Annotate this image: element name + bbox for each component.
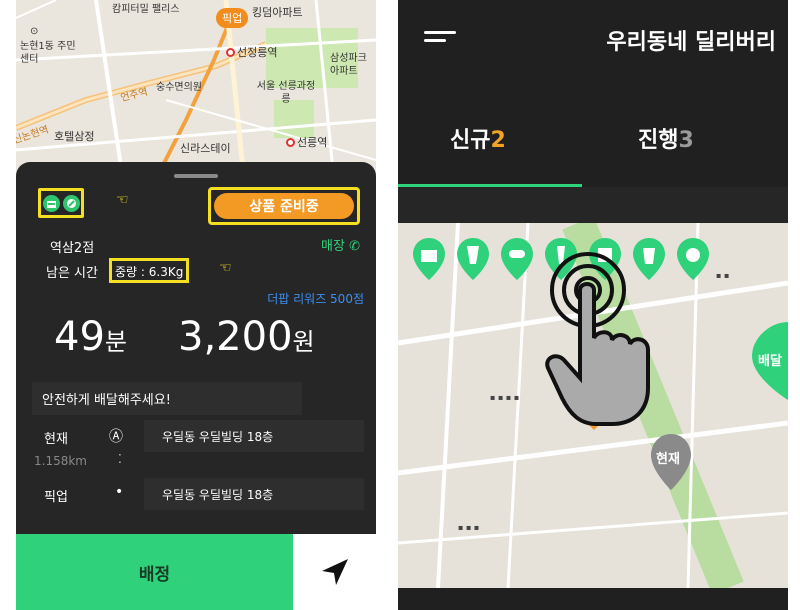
delivery-message: 안전하게 배달해주세요!	[32, 382, 302, 415]
map-label: 킹덤아파트	[252, 6, 303, 19]
current-pin-label: 현재	[656, 452, 680, 467]
navigate-button[interactable]	[293, 534, 376, 610]
app-title: 우리동네 딜리버리	[606, 30, 776, 55]
current-address: 우딜동 우딜빌딩 18층	[144, 420, 364, 452]
pickup-map-pin[interactable]: 픽업	[216, 8, 249, 28]
menu-icon[interactable]	[424, 31, 456, 49]
food-pin-icon[interactable]	[454, 236, 492, 282]
tab-count: 2	[490, 128, 506, 153]
assign-button[interactable]: 배정	[16, 534, 293, 610]
map-label: 서울 선릉과정릉	[256, 81, 316, 105]
pointing-hand-icon: ☜	[219, 260, 232, 276]
phone-icon: ✆	[349, 239, 360, 254]
map-label: ▪ ▪	[716, 271, 730, 280]
bottom-bar	[398, 588, 788, 610]
pickup-location-row: 픽업 • 우딜동 우딜빌딩 18층	[16, 478, 376, 510]
box-pin-icon[interactable]	[410, 236, 448, 282]
map-label-station: 선정릉역	[226, 44, 277, 60]
reward-text: 더팝 리워즈 500점	[267, 292, 364, 306]
store-link-label: 매장	[321, 239, 345, 254]
map-label: 논현1동 주민센터	[20, 41, 76, 65]
store-call-link[interactable]: 매장 ✆	[321, 235, 360, 254]
weight-value: 중량 : 6.3Kg	[109, 258, 190, 283]
pickup-address: 우딜동 우딜빌딩 18층	[144, 478, 364, 510]
drag-handle[interactable]	[174, 174, 218, 178]
map-label-station: 선릉역	[286, 134, 327, 150]
map-label: 숭수면의원	[156, 82, 202, 93]
delivery-time: 49분	[54, 314, 127, 360]
box-icon	[42, 194, 60, 212]
map-label: 호텔삼정	[54, 130, 95, 143]
pharmacy-pin-icon[interactable]	[498, 236, 536, 282]
pet-pin-icon[interactable]	[674, 236, 712, 282]
preparing-status-button[interactable]: 상품 준비중	[214, 193, 354, 219]
food-icon	[62, 194, 80, 212]
delivery-fee: 3,200원	[178, 314, 315, 360]
dot-icon: •	[115, 484, 124, 500]
tab-divider	[398, 187, 788, 223]
left-phone-screen: 캄피터밀 팰리스 킹덤아파트 픽업 ⊙ 논현1동 주민센터 선정릉역 숭수면의원…	[16, 0, 376, 610]
tap-gesture-icon	[545, 252, 650, 426]
map-label: ▪ ▪ ▪	[458, 523, 480, 532]
route-connector: ⁚	[118, 452, 122, 466]
order-card[interactable]: ☜ 상품 준비중 역삼2점 매장 ✆ 남은 시간 중량 : 6.3Kg ☜ 더팝…	[16, 162, 376, 610]
price-unit: 원	[292, 328, 315, 356]
current-location-row: 현재 Ⓐ 우딜동 우딜빌딩 18층	[16, 420, 376, 452]
store-name: 역삼2점	[50, 241, 95, 256]
price-value: 3,200	[178, 314, 293, 360]
tab-label: 진행	[638, 128, 679, 153]
remaining-time-label: 남은 시간	[46, 266, 98, 281]
pointing-hand-icon: ☜	[116, 192, 129, 208]
status-highlight: 상품 준비중	[208, 187, 360, 225]
subway-station-icon	[286, 138, 295, 147]
map-label: 신라스테이	[180, 142, 231, 155]
delivery-pin-label: 배달	[758, 354, 782, 369]
category-icons-highlight	[38, 188, 84, 218]
map-label: 캄피터밀 팰리스	[112, 4, 180, 15]
tab-label: 신규	[450, 128, 491, 153]
current-label: 현재	[44, 432, 68, 447]
tab-new[interactable]: 신규2	[450, 122, 506, 154]
pickup-label: 픽업	[44, 490, 68, 505]
navigation-arrow-icon	[321, 559, 348, 585]
map-label: ▪ ▪ ▪ ▪	[490, 393, 520, 402]
navigation-circle-icon: Ⓐ	[109, 429, 123, 445]
tab-in-progress[interactable]: 진행3	[638, 122, 694, 154]
time-value: 49	[54, 314, 105, 360]
map-label: 삼성파크 아파트	[330, 53, 367, 77]
map-label-text: 선정릉역	[237, 46, 278, 59]
subway-station-icon	[226, 48, 235, 57]
location-marker-icon: ⊙	[30, 26, 39, 37]
tab-count: 3	[678, 128, 694, 153]
time-unit: 분	[104, 328, 127, 356]
distance-value: 1.158km	[34, 454, 87, 468]
map-label-text: 선릉역	[297, 136, 328, 149]
right-phone-screen: 우리동네 딜리버리 신규2 진행3 ▪ ▪ ▪ ▪ ▪ ▪ ▪ ▪ ▪ 현재 배…	[398, 0, 788, 610]
